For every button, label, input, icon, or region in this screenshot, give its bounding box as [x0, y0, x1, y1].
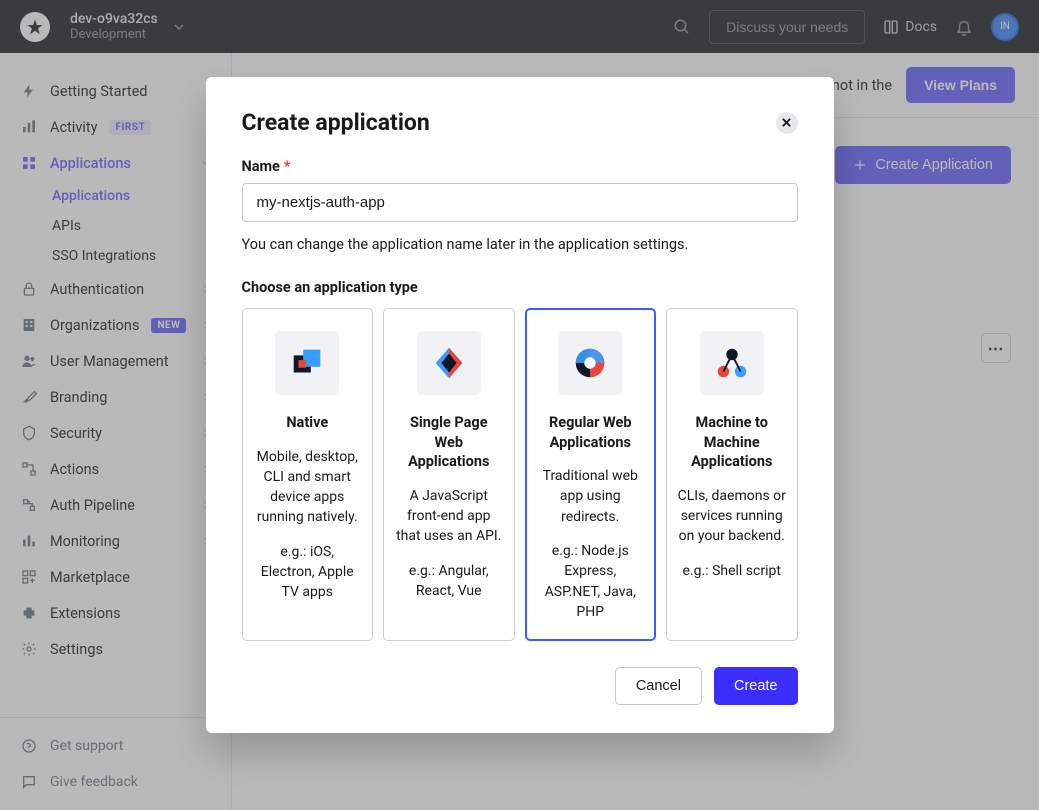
close-icon [781, 117, 792, 128]
type-card-native[interactable]: Native Mobile, desktop, CLI and smart de… [242, 308, 374, 641]
spa-icon [417, 331, 481, 395]
native-icon [275, 331, 339, 395]
modal-title: Create application [242, 109, 430, 136]
m2m-icon [700, 331, 764, 395]
modal-footer: Cancel Create [242, 667, 798, 705]
create-application-modal: Create application Name * You can change… [206, 77, 834, 733]
name-input[interactable] [242, 183, 798, 222]
type-card-regular-web[interactable]: Regular Web Applications Traditional web… [525, 308, 657, 641]
webapp-icon [558, 331, 622, 395]
type-card-spa[interactable]: Single Page Web Applications A JavaScrip… [383, 308, 515, 641]
name-label: Name * [242, 158, 798, 175]
create-button[interactable]: Create [714, 667, 798, 705]
name-hint: You can change the application name late… [242, 236, 798, 253]
type-label: Choose an application type [242, 279, 798, 296]
close-button[interactable] [776, 112, 798, 134]
cancel-button[interactable]: Cancel [615, 667, 702, 705]
type-card-m2m[interactable]: Machine to Machine Applications CLIs, da… [666, 308, 798, 641]
type-grid: Native Mobile, desktop, CLI and smart de… [242, 308, 798, 641]
modal-overlay: Create application Name * You can change… [0, 0, 1039, 810]
